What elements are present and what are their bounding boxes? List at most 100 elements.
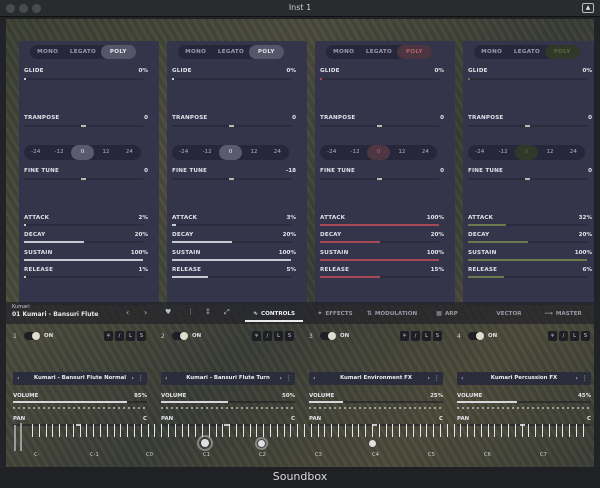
chevron-left-icon[interactable]: ‹ <box>126 308 129 317</box>
keyboard[interactable]: C- C-1 C0 C1 C2 C3 C4 C5 C6 C7 <box>6 419 594 467</box>
layer-menu-icon[interactable]: ⋮ <box>286 374 293 382</box>
key[interactable] <box>365 424 367 437</box>
key[interactable] <box>555 424 557 437</box>
curve-icon[interactable]: ∕ <box>411 331 420 341</box>
decay-slider[interactable] <box>468 241 587 243</box>
semitone-option[interactable]: 12 <box>94 145 117 160</box>
layer-button-l[interactable]: L <box>126 331 135 341</box>
key[interactable] <box>283 424 285 437</box>
key[interactable] <box>270 424 271 437</box>
window-mode-icon[interactable]: ▲ <box>582 3 594 13</box>
preset-name[interactable]: 01 Kumari - Bansuri Flute <box>12 311 98 318</box>
layer-button-s[interactable]: S <box>433 331 442 341</box>
key[interactable] <box>433 424 435 437</box>
fine_tune-slider[interactable] <box>468 178 587 180</box>
layer-power-toggle[interactable] <box>468 332 484 340</box>
voice-mode-mono[interactable]: MONO <box>474 45 509 59</box>
semitone-option[interactable]: 24 <box>118 145 141 160</box>
attack-slider[interactable] <box>24 224 143 226</box>
chevron-right-icon[interactable]: › <box>427 374 430 382</box>
layer-button-l[interactable]: L <box>274 331 283 341</box>
key[interactable] <box>229 424 231 437</box>
heart-icon[interactable]: ♥ <box>165 308 171 316</box>
key[interactable] <box>140 424 142 437</box>
pitch-wheel[interactable] <box>14 425 16 451</box>
voice-mode-poly[interactable]: POLY <box>248 45 284 59</box>
chevron-right-icon[interactable]: › <box>144 308 147 317</box>
release-slider[interactable] <box>468 276 587 278</box>
key[interactable] <box>127 424 129 437</box>
key[interactable] <box>453 424 455 437</box>
key[interactable] <box>508 424 509 437</box>
key[interactable] <box>576 424 577 437</box>
layer-preset-selector[interactable]: ‹ Kumari - Bansuri Flute Normal › ⋮ <box>13 372 147 385</box>
layer-menu-icon[interactable]: ⋮ <box>434 374 441 382</box>
voice-mode-mono[interactable]: MONO <box>30 45 65 59</box>
key[interactable] <box>304 424 305 437</box>
key[interactable] <box>317 424 319 437</box>
key[interactable] <box>93 424 95 437</box>
semitone-option[interactable]: 0 <box>366 145 391 160</box>
key[interactable] <box>494 424 496 437</box>
voice-mode-poly[interactable]: POLY <box>396 45 432 59</box>
key[interactable] <box>351 424 353 437</box>
decay-slider[interactable] <box>172 241 291 243</box>
sustain-slider[interactable] <box>172 259 291 261</box>
key[interactable] <box>440 424 441 437</box>
sustain-slider[interactable] <box>468 259 587 261</box>
key[interactable] <box>188 424 190 437</box>
key[interactable] <box>569 424 571 437</box>
layer-menu-icon[interactable]: ⋮ <box>138 374 145 382</box>
volume-slider[interactable] <box>457 401 591 403</box>
layer-button-l[interactable]: L <box>570 331 579 341</box>
semitone-option[interactable]: 12 <box>390 145 413 160</box>
key[interactable] <box>412 424 414 437</box>
key[interactable] <box>562 424 564 437</box>
fine_tune-slider-handle[interactable] <box>229 178 234 180</box>
key[interactable] <box>358 424 360 437</box>
decay-slider[interactable] <box>24 241 143 243</box>
volume-slider[interactable] <box>309 401 443 403</box>
download-icon[interactable]: ↧ <box>205 308 211 316</box>
key[interactable] <box>372 424 373 437</box>
key[interactable] <box>72 424 74 437</box>
key[interactable] <box>113 424 115 437</box>
key[interactable] <box>446 424 448 437</box>
sustain-slider[interactable] <box>320 259 439 261</box>
key[interactable] <box>66 424 67 437</box>
fine_tune-slider[interactable] <box>24 178 143 180</box>
key[interactable] <box>528 424 530 437</box>
key[interactable] <box>310 424 312 437</box>
key[interactable] <box>181 424 183 437</box>
transpose-slider-handle[interactable] <box>377 125 382 127</box>
curve-icon[interactable]: ∕ <box>263 331 272 341</box>
chevron-right-icon[interactable]: › <box>131 374 134 382</box>
semitone-option[interactable]: -24 <box>468 145 491 160</box>
layer-preset-selector[interactable]: ‹ Kumari Environment FX › ⋮ <box>309 372 443 385</box>
tab-master[interactable]: ⟶ MASTER <box>538 306 588 322</box>
voice-mode-mono[interactable]: MONO <box>326 45 361 59</box>
tab-vector[interactable]: VECTOR <box>484 306 534 322</box>
semitone-option[interactable]: -24 <box>320 145 343 160</box>
key[interactable] <box>460 424 462 437</box>
voice-mode-legato[interactable]: LEGATO <box>509 45 544 59</box>
semitone-option[interactable]: -12 <box>491 145 514 160</box>
voice-mode-legato[interactable]: LEGATO <box>65 45 100 59</box>
key[interactable] <box>521 424 523 437</box>
chevron-right-icon[interactable]: › <box>279 374 282 382</box>
semitone-option[interactable]: 12 <box>538 145 561 160</box>
release-slider[interactable] <box>24 276 143 278</box>
curve-icon[interactable]: ∕ <box>559 331 568 341</box>
key[interactable] <box>324 424 326 437</box>
fine_tune-slider[interactable] <box>320 178 439 180</box>
transpose-slider[interactable] <box>320 125 439 127</box>
layer-menu-icon[interactable]: ⋮ <box>582 374 589 382</box>
key[interactable] <box>236 424 237 437</box>
key[interactable] <box>32 424 33 437</box>
tab-modulation[interactable]: ⇅ MODULATION <box>362 306 422 322</box>
voice-mode-legato[interactable]: LEGATO <box>213 45 248 59</box>
volume-slider[interactable] <box>13 401 147 403</box>
transpose-slider[interactable] <box>172 125 291 127</box>
key[interactable] <box>385 424 387 437</box>
key[interactable] <box>399 424 401 437</box>
